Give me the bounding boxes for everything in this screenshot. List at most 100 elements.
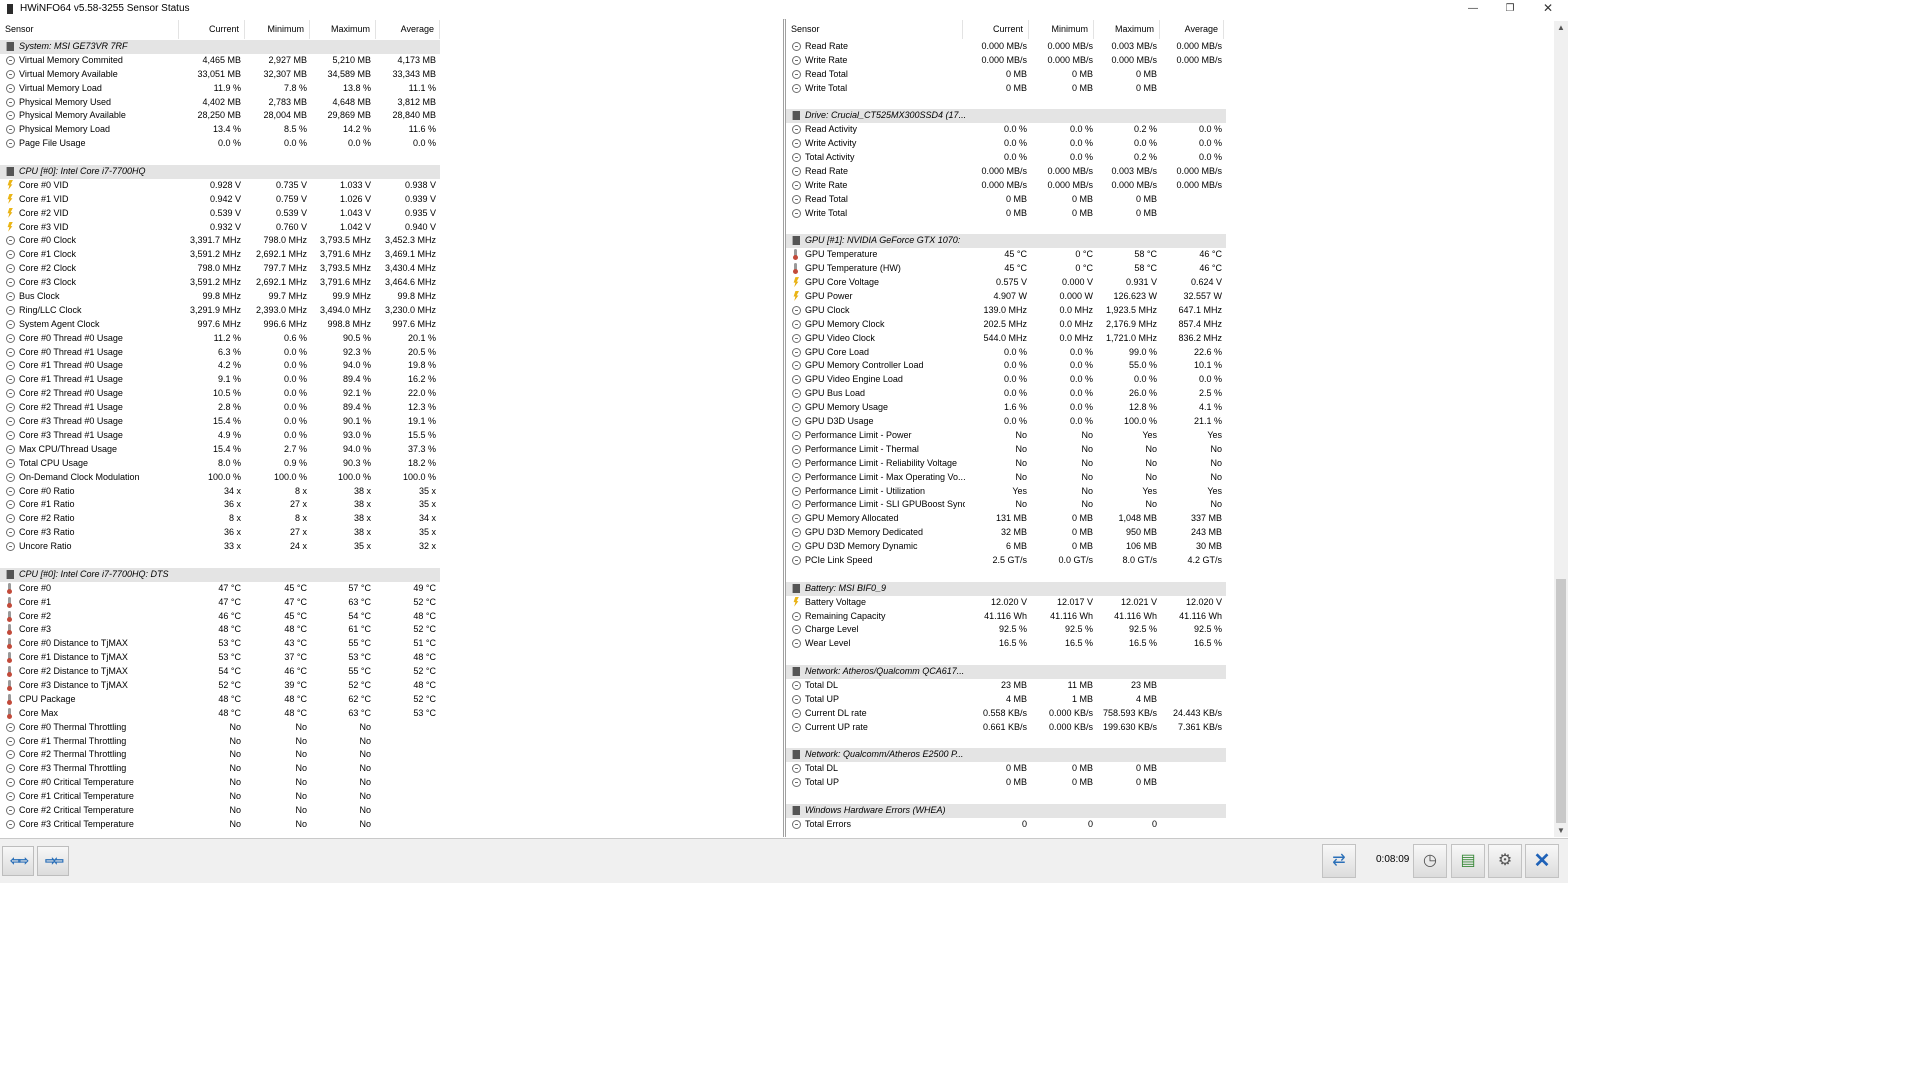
sensor-row[interactable]: Core #2 Thread #1 Usage 2.8 % 0.0 % 89.4 % 1… bbox=[0, 401, 440, 415]
sensor-row[interactable]: Uncore Ratio 33 x 24 x 35 x 32 x bbox=[0, 540, 440, 554]
sensor-row[interactable]: Physical Memory Available 28,250 MB 28,004… bbox=[0, 109, 440, 123]
sensor-row[interactable]: Core #2 Thread #0 Usage 10.5 % 0.0 % 92.1 %… bbox=[0, 387, 440, 401]
sensor-row[interactable]: GPU Memory Usage 1.6 % 0.0 % 12.8 % 4.1 % bbox=[786, 401, 1226, 415]
sensor-row[interactable]: Performance Limit - Power No No Yes Yes bbox=[786, 429, 1226, 443]
sensor-row[interactable]: GPU D3D Memory Dedicated 32 MB 0 MB 950 MB 2… bbox=[786, 526, 1226, 540]
scroll-up-arrow-icon[interactable]: ▲ bbox=[1557, 23, 1565, 32]
header-sensor[interactable]: Sensor bbox=[0, 20, 179, 39]
sensor-row[interactable]: Core #3 Critical Temperature No No No bbox=[0, 818, 440, 832]
header-maximum[interactable]: Maximum bbox=[310, 20, 376, 39]
sensor-row[interactable]: Total Errors 0 0 0 bbox=[786, 818, 1226, 832]
clock-icon[interactable]: ◷ bbox=[1413, 844, 1447, 878]
sensor-row[interactable]: Physical Memory Used 4,402 MB 2,783 MB 4,64… bbox=[0, 96, 440, 110]
header-maximum[interactable]: Maximum bbox=[1094, 20, 1160, 39]
header-current[interactable]: Current bbox=[963, 20, 1029, 39]
sensor-row[interactable]: GPU Core Load 0.0 % 0.0 % 99.0 % 22.6 % bbox=[786, 346, 1226, 360]
sensor-row[interactable]: Core #1 Distance to TjMAX 53 °C 37 °C 53 °C… bbox=[0, 651, 440, 665]
sensor-row[interactable]: Core #2 VID 0.539 V 0.539 V 1.043 V 0.935 V bbox=[0, 207, 440, 221]
sensor-row[interactable]: Total UP 0 MB 0 MB 0 MB bbox=[786, 776, 1226, 790]
header-sensor[interactable]: Sensor bbox=[786, 20, 963, 39]
sensor-row[interactable]: Total DL 0 MB 0 MB 0 MB bbox=[786, 762, 1226, 776]
sensor-row[interactable]: Current UP rate 0.661 KB/s 0.000 KB/s 199.6… bbox=[786, 721, 1226, 735]
sensor-row[interactable]: Core #0 Thread #0 Usage 11.2 % 0.6 % 90.5 %… bbox=[0, 332, 440, 346]
collapse-arrows-icon[interactable]: ⇨⇦ bbox=[37, 846, 69, 876]
sensor-group-header[interactable]: Drive: Crucial_CT525MX300SSD4 (17... bbox=[786, 109, 1226, 124]
sensor-row[interactable]: Core #2 Critical Temperature No No No bbox=[0, 804, 440, 818]
sensor-row[interactable]: CPU Package 48 °C 48 °C 62 °C 52 °C bbox=[0, 693, 440, 707]
expand-arrows-icon[interactable]: ⇦⇨ bbox=[2, 846, 34, 876]
sensor-group-header[interactable]: Windows Hardware Errors (WHEA) bbox=[786, 803, 1226, 818]
sensor-row[interactable]: Core #0 Critical Temperature No No No bbox=[0, 776, 440, 790]
sensor-row[interactable]: Total DL 23 MB 11 MB 23 MB bbox=[786, 679, 1226, 693]
sensor-row[interactable]: Write Activity 0.0 % 0.0 % 0.0 % 0.0 % bbox=[786, 137, 1226, 151]
sensor-row[interactable]: Core #3 Thread #0 Usage 15.4 % 0.0 % 90.1 %… bbox=[0, 415, 440, 429]
sensor-row[interactable]: Core #3 Thread #1 Usage 4.9 % 0.0 % 93.0 % 1… bbox=[0, 429, 440, 443]
sensor-row[interactable]: Core #3 VID 0.932 V 0.760 V 1.042 V 0.940 V bbox=[0, 221, 440, 235]
sensor-pane-left[interactable]: Sensor Current Minimum Maximum Average S… bbox=[0, 19, 784, 837]
header-current[interactable]: Current bbox=[179, 20, 245, 39]
sensor-row[interactable]: GPU Video Engine Load 0.0 % 0.0 % 0.0 % 0.0 … bbox=[786, 373, 1226, 387]
sensor-row[interactable]: Bus Clock 99.8 MHz 99.7 MHz 99.9 MHz 99.8 MH… bbox=[0, 290, 440, 304]
sensor-row[interactable]: Read Rate 0.000 MB/s 0.000 MB/s 0.003 MB/s 0… bbox=[786, 40, 1226, 54]
sensor-row[interactable]: GPU Video Clock 544.0 MHz 0.0 MHz 1,721.0 M… bbox=[786, 332, 1226, 346]
sensor-group-header[interactable]: Battery: MSI BIF0_9 bbox=[786, 581, 1226, 596]
sensor-row[interactable]: Performance Limit - SLI GPUBoost Sync No N… bbox=[786, 498, 1226, 512]
sensor-row[interactable]: Read Total 0 MB 0 MB 0 MB bbox=[786, 193, 1226, 207]
sensor-row[interactable]: Write Total 0 MB 0 MB 0 MB bbox=[786, 82, 1226, 96]
network-icon[interactable]: ⇄ bbox=[1322, 844, 1356, 878]
sensor-row[interactable]: Core #3 Clock 3,591.2 MHz 2,692.1 MHz 3,791… bbox=[0, 276, 440, 290]
sensor-row[interactable]: Wear Level 16.5 % 16.5 % 16.5 % 16.5 % bbox=[786, 637, 1226, 651]
sensor-row[interactable]: Performance Limit - Thermal No No No No bbox=[786, 443, 1226, 457]
sensor-group-header[interactable]: GPU [#1]: NVIDIA GeForce GTX 1070: bbox=[786, 234, 1226, 249]
report-icon[interactable]: ▤ bbox=[1451, 844, 1485, 878]
sensor-row[interactable]: Core #2 Ratio 8 x 8 x 38 x 34 x bbox=[0, 512, 440, 526]
sensor-row[interactable]: Performance Limit - Utilization Yes No Yes Y… bbox=[786, 485, 1226, 499]
sensor-row[interactable]: Core #0 Thread #1 Usage 6.3 % 0.0 % 92.3 % 2… bbox=[0, 346, 440, 360]
sensor-row[interactable]: GPU Clock 139.0 MHz 0.0 MHz 1,923.5 MHz 647.… bbox=[786, 304, 1226, 318]
sensor-row[interactable]: On-Demand Clock Modulation 100.0 % 100.0 %… bbox=[0, 471, 440, 485]
sensor-row[interactable]: Core #3 Distance to TjMAX 52 °C 39 °C 52 °C… bbox=[0, 679, 440, 693]
sensor-row[interactable]: Core #1 Thread #0 Usage 4.2 % 0.0 % 94.0 % 1… bbox=[0, 359, 440, 373]
sensor-row[interactable]: GPU D3D Usage 0.0 % 0.0 % 100.0 % 21.1 % bbox=[786, 415, 1226, 429]
sensor-row[interactable]: Core #1 Thermal Throttling No No No bbox=[0, 735, 440, 749]
sensor-row[interactable]: GPU Core Voltage 0.575 V 0.000 V 0.931 V 0.6… bbox=[786, 276, 1226, 290]
sensor-row[interactable]: PCIe Link Speed 2.5 GT/s 0.0 GT/s 8.0 GT/s 4… bbox=[786, 554, 1226, 568]
sensor-row[interactable]: Core #1 47 °C 47 °C 63 °C 52 °C bbox=[0, 596, 440, 610]
sensor-row[interactable]: Core #1 VID 0.942 V 0.759 V 1.026 V 0.939 V bbox=[0, 193, 440, 207]
sensor-row[interactable]: GPU D3D Memory Dynamic 6 MB 0 MB 106 MB 30 M… bbox=[786, 540, 1226, 554]
sensor-row[interactable]: Core #0 Ratio 34 x 8 x 38 x 35 x bbox=[0, 485, 440, 499]
sensor-row[interactable]: Virtual Memory Commited 4,465 MB 2,927 MB 5… bbox=[0, 54, 440, 68]
sensor-row[interactable]: Core #2 Clock 798.0 MHz 797.7 MHz 3,793.5 M… bbox=[0, 262, 440, 276]
sensor-row[interactable]: GPU Temperature (HW) 45 °C 0 °C 58 °C 46 °C bbox=[786, 262, 1226, 276]
sensor-row[interactable]: Write Rate 0.000 MB/s 0.000 MB/s 0.000 MB/s… bbox=[786, 179, 1226, 193]
sensor-row[interactable]: Remaining Capacity 41.116 Wh 41.116 Wh 41.1… bbox=[786, 610, 1226, 624]
sensor-group-header[interactable]: CPU [#0]: Intel Core i7-7700HQ bbox=[0, 165, 440, 179]
sensor-group-header[interactable]: Network: Qualcomm/Atheros E2500 P... bbox=[786, 748, 1226, 763]
sensor-row[interactable]: Core #2 46 °C 45 °C 54 °C 48 °C bbox=[0, 610, 440, 624]
sensor-row[interactable]: GPU Bus Load 0.0 % 0.0 % 26.0 % 2.5 % bbox=[786, 387, 1226, 401]
sensor-row[interactable]: Total UP 4 MB 1 MB 4 MB bbox=[786, 693, 1226, 707]
sensor-row[interactable]: Core #3 Ratio 36 x 27 x 38 x 35 x bbox=[0, 526, 440, 540]
sensor-group-header[interactable]: System: MSI GE73VR 7RF bbox=[0, 40, 440, 54]
sensor-row[interactable]: GPU Memory Controller Load 0.0 % 0.0 % 55.0… bbox=[786, 359, 1226, 373]
vertical-scrollbar[interactable]: ▲ ▼ bbox=[1554, 21, 1568, 837]
sensor-row[interactable]: Write Rate 0.000 MB/s 0.000 MB/s 0.000 MB/s… bbox=[786, 54, 1226, 68]
sensor-row[interactable]: Core #1 Clock 3,591.2 MHz 2,692.1 MHz 3,791… bbox=[0, 248, 440, 262]
sensor-row[interactable]: GPU Memory Clock 202.5 MHz 0.0 MHz 2,176.9 … bbox=[786, 318, 1226, 332]
settings-icon[interactable]: ⚙ bbox=[1488, 844, 1522, 878]
sensor-row[interactable]: Core #3 Thermal Throttling No No No bbox=[0, 762, 440, 776]
sensor-row[interactable]: Read Activity 0.0 % 0.0 % 0.2 % 0.0 % bbox=[786, 123, 1226, 137]
sensor-row[interactable]: Page File Usage 0.0 % 0.0 % 0.0 % 0.0 % bbox=[0, 137, 440, 151]
minimize-button[interactable]: — bbox=[1455, 0, 1491, 18]
sensor-row[interactable]: Total Activity 0.0 % 0.0 % 0.2 % 0.0 % bbox=[786, 151, 1226, 165]
sensor-group-header[interactable]: Network: Atheros/Qualcomm QCA617... bbox=[786, 665, 1226, 679]
header-average[interactable]: Average bbox=[1160, 20, 1224, 39]
sensor-row[interactable]: Core #0 47 °C 45 °C 57 °C 49 °C bbox=[0, 582, 440, 596]
sensor-row[interactable]: Physical Memory Load 13.4 % 8.5 % 14.2 % 11.… bbox=[0, 123, 440, 137]
sensor-row[interactable]: Virtual Memory Available 33,051 MB 32,307 … bbox=[0, 68, 440, 82]
sensor-row[interactable]: GPU Temperature 45 °C 0 °C 58 °C 46 °C bbox=[786, 248, 1226, 262]
sensor-row[interactable]: Core #0 VID 0.928 V 0.735 V 1.033 V 0.938 V bbox=[0, 179, 440, 193]
close-button[interactable]: ✕ bbox=[1530, 0, 1566, 18]
sensor-row[interactable]: Core #0 Thermal Throttling No No No bbox=[0, 721, 440, 735]
sensor-row[interactable]: Core #2 Thermal Throttling No No No bbox=[0, 748, 440, 762]
